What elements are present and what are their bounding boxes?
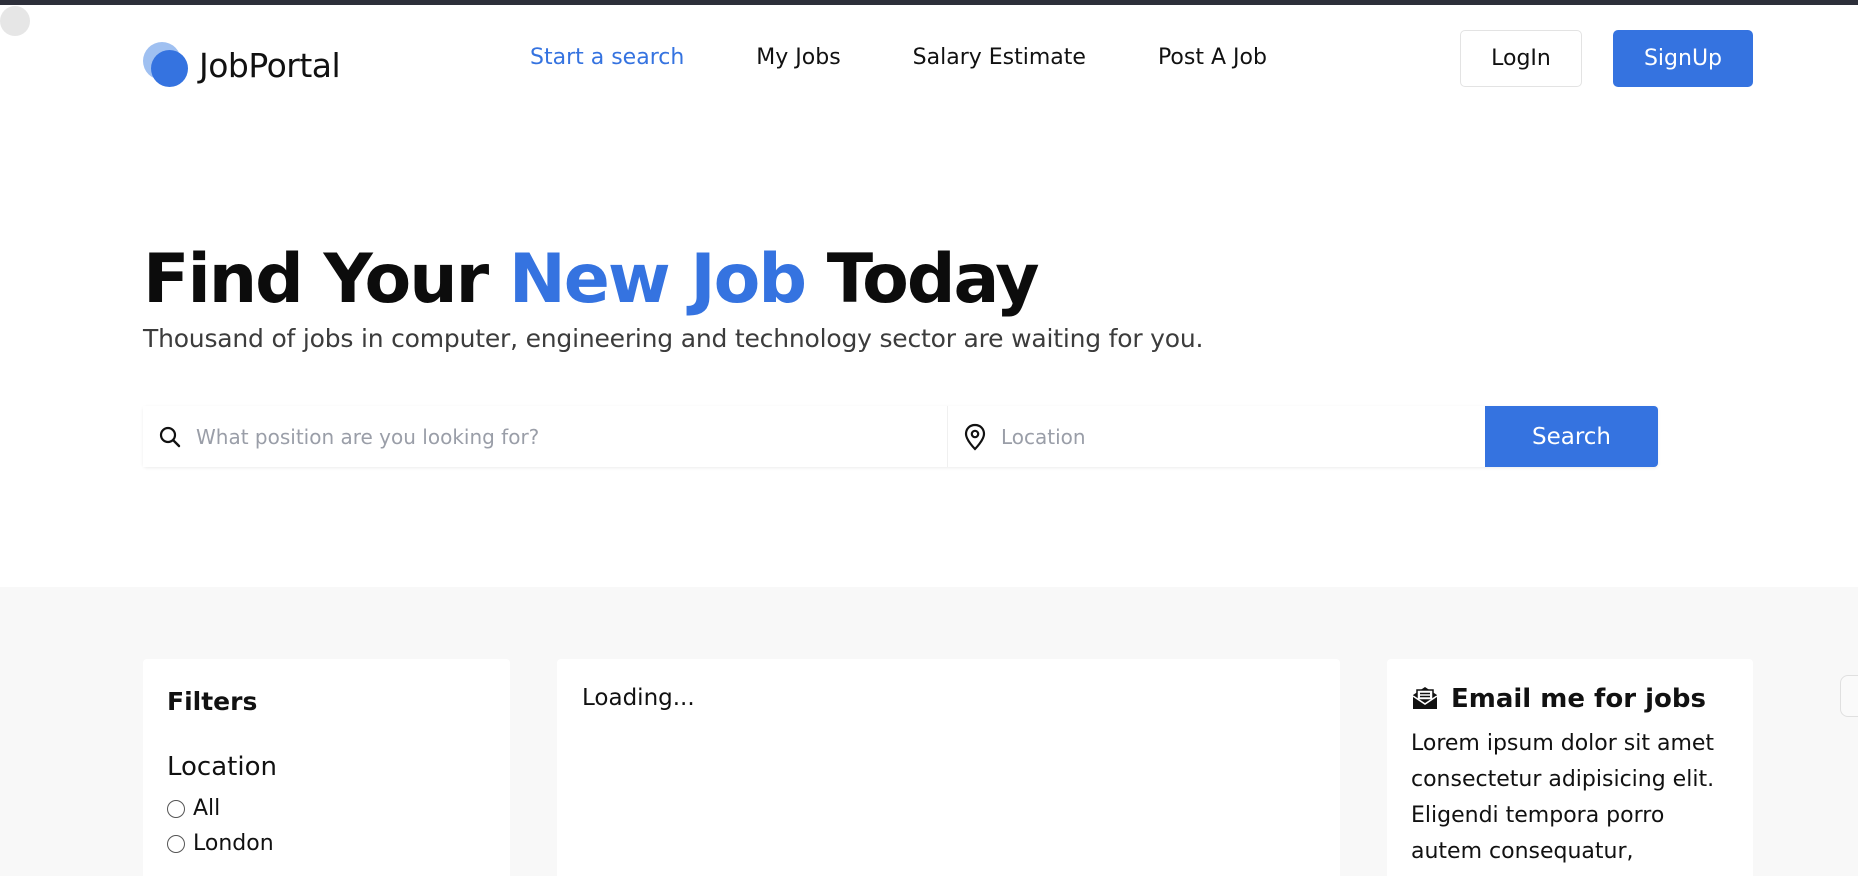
brand-logo[interactable]: JobPortal <box>143 42 341 88</box>
brand-name: JobPortal <box>199 45 341 85</box>
location-input[interactable] <box>1001 406 1485 467</box>
option-label: London <box>193 831 274 856</box>
login-button[interactable]: LogIn <box>1460 30 1582 87</box>
location-option-all[interactable]: All <box>167 796 486 821</box>
hero-title-accent: New Job <box>508 240 807 319</box>
nav-my-jobs[interactable]: My Jobs <box>756 45 840 70</box>
job-search-bar: Search <box>143 406 1658 467</box>
radio-button[interactable] <box>167 834 185 853</box>
email-alert-title: Email me for jobs <box>1451 684 1706 714</box>
position-field <box>143 406 948 467</box>
nav-start-search[interactable]: Start a search <box>530 45 684 70</box>
hero-section: Find Your New Job Today Thousand of jobs… <box>143 240 1203 353</box>
nav-salary-estimate[interactable]: Salary Estimate <box>913 45 1086 70</box>
hero-subtitle: Thousand of jobs in computer, engineerin… <box>143 324 1204 353</box>
signup-button[interactable]: SignUp <box>1613 30 1753 87</box>
hero-title-suffix: Today <box>805 240 1040 319</box>
search-icon <box>156 423 184 451</box>
hero-title: Find Your New Job Today <box>143 240 1203 320</box>
search-button[interactable]: Search <box>1485 406 1658 467</box>
email-alert-body: Lorem ipsum dolor sit amet consectetur a… <box>1411 731 1715 864</box>
main-nav: Start a search My Jobs Salary Estimate P… <box>530 45 1339 70</box>
radio-button[interactable] <box>167 799 185 818</box>
email-alert-panel: Email me for jobs Lorem ipsum dolor sit … <box>1387 659 1753 876</box>
location-option-london[interactable]: London <box>167 831 486 856</box>
position-search-input[interactable] <box>196 406 947 467</box>
filters-title: Filters <box>167 687 258 716</box>
map-pin-icon <box>961 423 989 451</box>
nav-post-a-job[interactable]: Post A Job <box>1158 45 1267 70</box>
filters-panel: Filters Location All London <box>143 659 510 876</box>
location-filter-heading: Location <box>167 752 277 782</box>
site-header: JobPortal Start a search My Jobs Salary … <box>0 5 1858 112</box>
location-field <box>948 406 1485 467</box>
hero-title-prefix: Find Your <box>143 240 509 319</box>
side-feedback-tab[interactable] <box>1840 675 1858 717</box>
results-section: Filters Location All London Loading... E… <box>0 587 1858 876</box>
job-results-panel: Loading... <box>557 659 1340 876</box>
option-label: All <box>193 796 221 821</box>
envelope-open-icon <box>1411 684 1441 714</box>
loading-status: Loading... <box>582 685 695 711</box>
logo-mark-icon <box>143 42 189 88</box>
